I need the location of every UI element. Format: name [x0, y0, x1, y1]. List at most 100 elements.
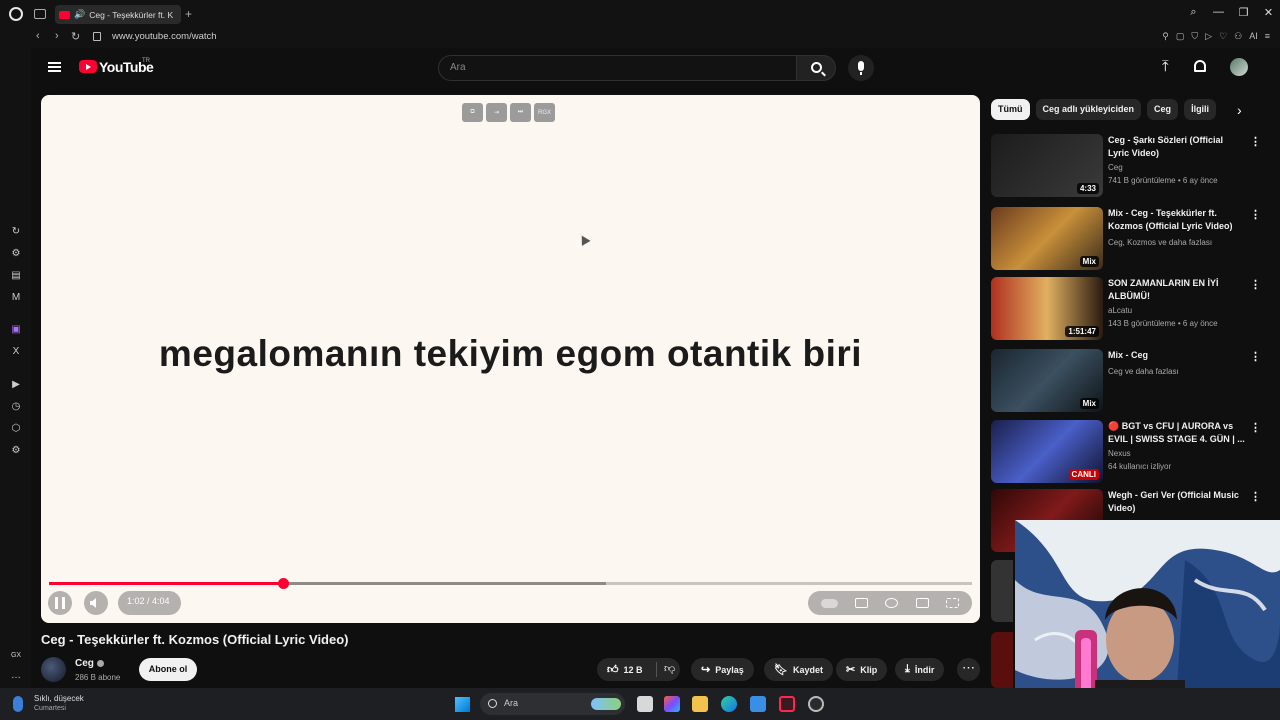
chip-ceg[interactable]: Ceg [1147, 99, 1179, 120]
messenger-icon[interactable]: M [10, 292, 22, 304]
easy-setup-icon[interactable]: ≡ [1265, 31, 1270, 42]
profile-icon[interactable]: ⚇ [1234, 31, 1242, 42]
opera-logo-icon[interactable] [9, 7, 23, 21]
gx-icon[interactable]: GX [10, 650, 22, 662]
recommendation-channel[interactable]: Nexus [1108, 449, 1131, 458]
recommendation-title[interactable]: SON ZAMANLARIN EN İYİ ALBÜMÜ! [1108, 277, 1246, 303]
store-icon[interactable] [750, 696, 766, 712]
hamburger-menu-icon[interactable] [48, 62, 61, 72]
close-window-icon[interactable]: ✕ [1263, 6, 1274, 19]
video-thumbnail[interactable] [991, 632, 1013, 688]
channel-avatar[interactable] [41, 657, 66, 682]
search-input[interactable]: Ara [438, 55, 796, 81]
search-tabs-icon[interactable]: ⌕ [1188, 6, 1199, 19]
kebab-menu-icon[interactable]: ⋮ [1250, 490, 1261, 503]
settings-icon[interactable]: ⚙ [10, 445, 22, 457]
chip-related[interactable]: İlgili [1184, 99, 1217, 120]
video-thumbnail[interactable]: Mix [991, 207, 1103, 270]
kebab-menu-icon[interactable]: ⋮ [1250, 350, 1261, 363]
rgx-button[interactable]: RGX [534, 103, 555, 122]
minimize-icon[interactable]: — [1213, 6, 1224, 19]
recommendation-channel[interactable]: Ceg ve daha fazlası [1108, 367, 1179, 376]
forward-icon[interactable]: › [55, 30, 59, 42]
twitch-icon[interactable]: ▣ [10, 324, 22, 336]
edge-icon[interactable] [721, 696, 737, 712]
search-button[interactable] [796, 55, 836, 81]
tab-islands-icon[interactable] [34, 9, 46, 19]
video-thumbnail[interactable] [991, 560, 1013, 622]
progress-scrubber[interactable] [278, 578, 290, 589]
recommendation-title[interactable]: Mix - Ceg [1108, 349, 1246, 362]
chevron-right-icon[interactable]: › [1237, 102, 1242, 118]
aria-ai-button[interactable]: AI [1249, 31, 1258, 42]
extensions-icon[interactable]: ⬡ [10, 423, 22, 435]
url-field[interactable]: www.youtube.com/watch [112, 31, 217, 42]
recommendation-title[interactable]: Wegh - Geri Ver (Official Music Video) [1108, 489, 1246, 515]
opera-gx-taskbar-icon[interactable] [779, 696, 795, 712]
task-view-icon[interactable] [637, 696, 653, 712]
recommendation-channel[interactable]: aLcatu [1108, 306, 1132, 315]
upload-icon[interactable]: ⤒ [1162, 59, 1169, 74]
skip-next-icon[interactable]: ⏭ [510, 103, 531, 122]
robot-icon[interactable]: ⚙ [10, 248, 22, 260]
kebab-menu-icon[interactable]: ⋮ [1250, 208, 1261, 221]
recommendation-item[interactable]: Mix Mix - Ceg Ceg ve daha fazlası ⋮ [991, 349, 1266, 413]
recommendation-item[interactable]: Mix Mix - Ceg - Teşekkürler ft. Kozmos (… [991, 207, 1266, 271]
notifications-bell-icon[interactable] [1194, 60, 1206, 72]
x-twitter-icon[interactable]: X [10, 346, 22, 358]
more-actions-button[interactable]: ⋯ [957, 658, 980, 681]
weather-icon[interactable] [13, 696, 23, 712]
progress-bar[interactable] [49, 578, 972, 589]
recommendation-title[interactable]: 🔴 BGT vs CFU | AURORA vs EVIL | SWISS ST… [1108, 420, 1246, 446]
lock-icon[interactable] [93, 32, 101, 41]
pin-icon[interactable]: ⚲ [1162, 31, 1169, 42]
taskbar-search-input[interactable]: Ara [480, 693, 625, 715]
player-sidebar-icon[interactable]: ▶ [10, 379, 22, 391]
maximize-icon[interactable]: ❐ [1238, 6, 1249, 19]
popout-icon[interactable]: ⇥ [486, 103, 507, 122]
weather-condition[interactable]: Sıklı, düşecek [34, 694, 84, 703]
sidebar-more-icon[interactable]: … [10, 670, 22, 682]
adblock-shield-icon[interactable]: ⛉ [1191, 31, 1198, 42]
recommendation-title[interactable]: Mix - Ceg - Teşekkürler ft. Kozmos (Offi… [1108, 207, 1246, 233]
copilot-icon[interactable] [664, 696, 680, 712]
kebab-menu-icon[interactable]: ⋮ [1250, 421, 1261, 434]
download-button[interactable]: ⤓ İndir [895, 658, 945, 681]
video-thumbnail[interactable]: 4:33 [991, 134, 1103, 197]
pause-button[interactable] [48, 591, 72, 615]
new-tab-icon[interactable]: + [185, 7, 192, 21]
chip-all[interactable]: Tümü [991, 99, 1030, 120]
kebab-menu-icon[interactable]: ⋮ [1250, 135, 1261, 148]
pip-icon[interactable]: ⧉ [462, 103, 483, 122]
subscribe-button[interactable]: Abone ol [139, 658, 197, 681]
reload-icon[interactable]: ↻ [71, 30, 80, 43]
voice-search-button[interactable] [848, 55, 874, 81]
recommendation-item[interactable]: 4:33 Ceg - Şarkı Sözleri (Official Lyric… [991, 134, 1266, 198]
recommendation-item[interactable]: 1:51:47 SON ZAMANLARIN EN İYİ ALBÜMÜ! aL… [991, 277, 1266, 341]
file-explorer-icon[interactable] [692, 696, 708, 712]
browser-tab[interactable]: 🔊 Ceg - Teşekkürler ft. K [55, 5, 181, 24]
user-avatar[interactable] [1230, 58, 1248, 76]
notes-icon[interactable]: ▤ [10, 270, 22, 282]
recommendation-item[interactable]: CANLI 🔴 BGT vs CFU | AURORA vs EVIL | SW… [991, 420, 1266, 484]
video-thumbnail[interactable]: Mix [991, 349, 1103, 412]
share-button[interactable]: ↪ Paylaş [691, 658, 754, 681]
settings-gear-icon[interactable] [885, 598, 899, 608]
recommendation-channel[interactable]: Ceg, Kozmos ve daha fazlası [1108, 238, 1212, 247]
video-player[interactable]: ⧉ ⇥ ⏭ RGX megalomanın tekiyim egom otant… [41, 95, 980, 623]
video-thumbnail[interactable]: CANLI [991, 420, 1103, 483]
kebab-menu-icon[interactable]: ⋮ [1250, 278, 1261, 291]
mute-button[interactable] [84, 591, 108, 615]
snapshot-icon[interactable]: ▢ [1176, 31, 1185, 42]
history-icon[interactable]: ↻ [10, 226, 22, 238]
clip-button[interactable]: ✂ Klip [836, 658, 888, 681]
save-button[interactable]: 🔖︎ Kaydet [764, 658, 833, 681]
clock-icon[interactable]: ◷ [10, 401, 22, 413]
recommendation-channel[interactable]: Ceg [1108, 163, 1123, 172]
app-icon[interactable] [808, 696, 824, 712]
youtube-logo-icon[interactable] [79, 60, 97, 73]
player-icon[interactable]: ▷ [1205, 31, 1212, 42]
subtitles-icon[interactable] [855, 598, 869, 608]
channel-name[interactable]: Ceg [75, 658, 94, 669]
fullscreen-icon[interactable] [946, 598, 960, 608]
